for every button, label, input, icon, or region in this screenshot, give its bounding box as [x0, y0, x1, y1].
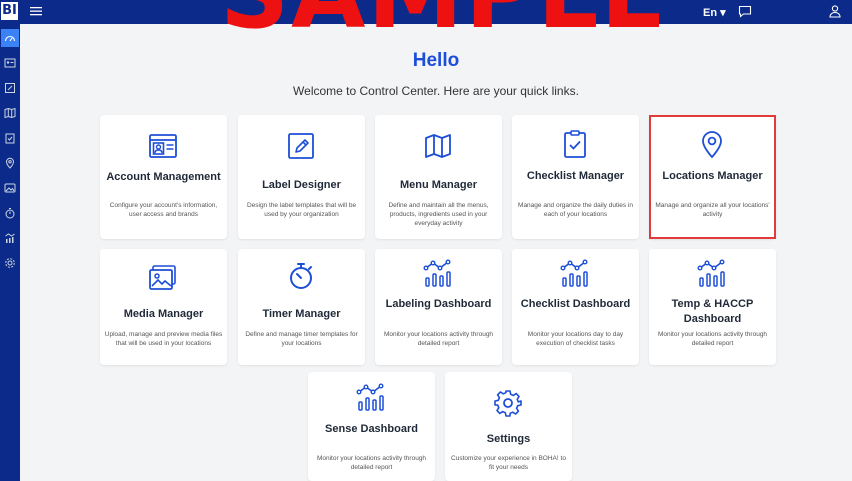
card-label-designer[interactable]: Label Designer Design the label template… [238, 115, 365, 239]
card-title: Labeling Dashboard [385, 298, 492, 310]
card-account-management[interactable]: Account Management Configure your accoun… [100, 115, 227, 239]
card-description: Define and manage timer templates for yo… [245, 331, 358, 347]
card-title: Label Designer [262, 179, 341, 191]
map-icon [425, 134, 451, 158]
brand-logo[interactable]: BI [1, 2, 18, 20]
card-locations-manager[interactable]: Locations Manager Manage and organize al… [649, 115, 776, 239]
chart-icon [5, 233, 15, 243]
chat-icon[interactable] [738, 5, 752, 18]
card-description: Configure your account's information, us… [109, 202, 218, 218]
card-title: Settings [486, 433, 531, 445]
card-title: Account Management [106, 171, 221, 183]
card-title: Checklist Manager [526, 170, 625, 182]
sidebar-item-media[interactable] [1, 179, 19, 197]
edit-icon [5, 83, 15, 93]
sidebar [0, 24, 20, 481]
sidebar-item-dashboard[interactable] [1, 29, 19, 47]
map-icon [4, 107, 16, 119]
card-media-manager[interactable]: Media Manager Upload, manage and preview… [100, 249, 227, 365]
page-title: Hello [412, 50, 460, 71]
stopwatch-icon [290, 263, 312, 289]
sidebar-item-dashboards[interactable] [1, 229, 19, 247]
pencil-icon [288, 133, 314, 159]
card-menu-manager[interactable]: Menu Manager Define and maintain all the… [375, 115, 502, 239]
card-title: Media Manager [123, 308, 204, 320]
sidebar-item-menu[interactable] [1, 104, 19, 122]
card-description: Monitor your locations activity through … [316, 455, 427, 471]
card-description: Monitor your locations day to day execut… [527, 331, 624, 347]
card-title: Checklist Dashboard [520, 298, 631, 310]
card-checklist-dashboard[interactable]: Checklist Dashboard Monitor your locatio… [512, 249, 639, 365]
page-subtitle: Welcome to Control Center. Here are your… [293, 84, 579, 98]
gear-icon [494, 390, 522, 417]
account-icon [149, 134, 177, 158]
clipboard-icon [5, 133, 15, 144]
card-description: Customize your experience in BOHA! to fi… [451, 455, 566, 471]
dashboard-chart-icon [356, 383, 384, 411]
sidebar-item-label-designer[interactable] [1, 79, 19, 97]
dashboard-chart-icon [697, 259, 725, 287]
card-description: Manage and organize the daily duties in … [518, 202, 633, 218]
sidebar-item-checklist[interactable] [1, 129, 19, 147]
user-icon[interactable] [828, 4, 842, 18]
clipboard-check-icon [564, 130, 586, 158]
card-timer-manager[interactable]: Timer Manager Define and manage timer te… [238, 249, 365, 365]
card-title: Timer Manager [262, 308, 341, 320]
sidebar-item-timer[interactable] [1, 204, 19, 222]
card-description: Monitor your locations activity through … [657, 331, 768, 347]
location-pin-icon [702, 131, 722, 159]
image-icon [4, 183, 16, 193]
hamburger-menu-icon[interactable] [29, 4, 43, 18]
card-description: Monitor your locations activity through … [383, 331, 494, 347]
card-description: Define and maintain all the menus, produ… [388, 202, 489, 227]
stopwatch-icon [5, 208, 15, 219]
language-selector[interactable]: En ▾ [703, 6, 726, 19]
card-checklist-manager[interactable]: Checklist Manager Manage and organize th… [512, 115, 639, 239]
dashboard-chart-icon [560, 259, 588, 287]
location-pin-icon [5, 157, 15, 169]
sidebar-item-settings[interactable] [1, 254, 19, 272]
sidebar-item-account[interactable] [1, 54, 19, 72]
card-title: Temp & HACCP Dashboard [671, 298, 754, 325]
card-sense-dashboard[interactable]: Sense Dashboard Monitor your locations a… [308, 372, 435, 481]
id-card-icon [4, 58, 16, 68]
card-title: Locations Manager [662, 170, 763, 182]
dashboard-icon [4, 35, 16, 42]
dashboard-chart-icon [423, 259, 451, 287]
sidebar-item-locations[interactable] [1, 154, 19, 172]
card-labeling-dashboard[interactable]: Labeling Dashboard Monitor your location… [375, 249, 502, 365]
card-title: Menu Manager [399, 179, 477, 191]
card-settings[interactable]: Settings Customize your experience in BO… [445, 372, 572, 481]
card-description: Design the label templates that will be … [246, 202, 357, 218]
image-icon [149, 265, 176, 290]
top-bar: BI SAMPLE En ▾ [0, 0, 852, 30]
card-description: Upload, manage and preview media files t… [104, 331, 223, 347]
card-title: Sense Dashboard [325, 423, 418, 435]
card-temp-haccp-dashboard[interactable]: Temp & HACCP Dashboard Monitor your loca… [649, 249, 776, 365]
card-description: Manage and organize all your locations' … [655, 202, 770, 218]
gear-icon [5, 258, 15, 268]
